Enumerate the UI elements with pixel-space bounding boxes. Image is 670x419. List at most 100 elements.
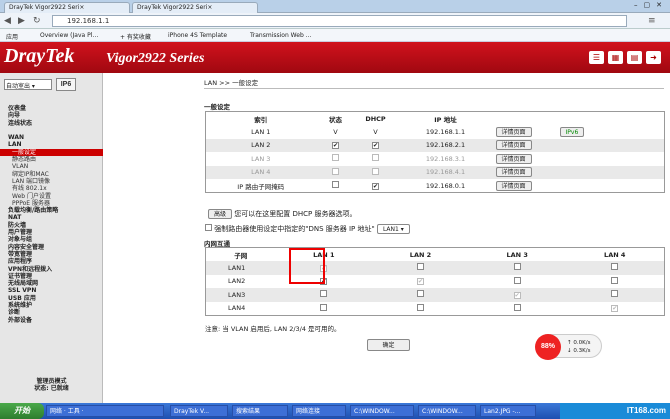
- inter-checkbox[interactable]: ✔: [611, 305, 619, 312]
- bookmark-overview[interactable]: Overview (Java Pl…: [40, 32, 98, 39]
- sidebar-item[interactable]: VPN和远程拨入: [0, 266, 103, 273]
- sidebar-item[interactable]: 内容安全管理: [0, 244, 103, 251]
- sidebar-item[interactable]: 有线 802.1x: [0, 185, 103, 192]
- ipv6-details-button[interactable]: IPv6: [559, 126, 585, 137]
- lan-status-checkbox[interactable]: [332, 154, 339, 162]
- lan-status-checkbox[interactable]: ✔: [332, 142, 339, 150]
- lan-dhcp-checkbox[interactable]: [372, 167, 379, 175]
- draytek-logo: DrayTek: [4, 45, 75, 67]
- inter-checkbox[interactable]: [417, 263, 424, 271]
- forward-icon[interactable]: ▶: [18, 16, 25, 26]
- highlight-box: [289, 248, 325, 284]
- sidebar-item[interactable]: VLAN: [0, 163, 103, 170]
- inter-checkbox[interactable]: [417, 290, 424, 298]
- details-button[interactable]: 详情页面: [495, 140, 532, 151]
- inter-checkbox[interactable]: [513, 276, 521, 284]
- browser-tab-1[interactable]: DrayTek Vigor2922 Seri×: [4, 2, 130, 13]
- start-button[interactable]: 开始: [0, 403, 44, 419]
- sidebar-item[interactable]: 无线局域网: [0, 280, 103, 287]
- taskbar-item[interactable]: C:\WINDOW...: [350, 405, 414, 417]
- lan-dhcp-checkbox[interactable]: [372, 154, 379, 162]
- upload-speed-value: 0.0K/s: [573, 340, 591, 346]
- status-label: 状态: 已就绪: [34, 385, 69, 392]
- inter-checkbox[interactable]: [320, 290, 328, 298]
- details-button[interactable]: 详情页面: [495, 153, 532, 164]
- logout-icon[interactable]: ➜: [646, 51, 661, 64]
- bookmark-apps[interactable]: 应用: [6, 32, 18, 41]
- dns-checkbox[interactable]: [205, 224, 212, 231]
- inter-col-header: LAN 4: [604, 250, 626, 259]
- lan-name: LAN 4: [205, 165, 316, 179]
- taskbar-item[interactable]: C:\WINDOW...: [418, 405, 476, 417]
- sidebar-item[interactable]: 对象与组: [0, 236, 103, 243]
- model-name: Vigor2922 Series: [106, 51, 205, 66]
- download-speed: ↓ 0.3K/s: [567, 348, 591, 354]
- sidebar-item[interactable]: 诊断: [0, 309, 103, 316]
- browser-tab-2[interactable]: DrayTek Vigor2922 Seri×: [132, 2, 258, 13]
- menu-icon[interactable]: ≡: [648, 16, 656, 26]
- sidebar-item[interactable]: 防火墙: [0, 222, 103, 229]
- details-button[interactable]: 详情页面: [495, 180, 532, 191]
- lan-status-checkbox[interactable]: [332, 167, 339, 175]
- lan-status: V: [333, 127, 338, 136]
- save-icon[interactable]: ▤: [627, 51, 642, 64]
- sidebar-item[interactable]: SSL VPN: [0, 287, 103, 294]
- window-controls[interactable]: –▢✕: [634, 1, 668, 9]
- inter-checkbox[interactable]: [611, 263, 619, 271]
- ok-button[interactable]: 确定: [367, 339, 410, 351]
- mode-select[interactable]: 自动室出 ▾: [4, 79, 52, 90]
- sidebar-item[interactable]: LAN: [0, 141, 103, 148]
- inter-cell: [275, 288, 373, 302]
- sidebar-item[interactable]: USB 应用: [0, 295, 103, 302]
- grid-icon[interactable]: ▦: [608, 51, 623, 64]
- sidebar-item[interactable]: 向导: [0, 112, 103, 119]
- sidebar-item[interactable]: [0, 127, 103, 134]
- reload-icon[interactable]: ↻: [33, 16, 41, 26]
- sidebar-item[interactable]: WAN: [0, 134, 103, 141]
- sidebar-item[interactable]: 连线状态: [0, 120, 103, 127]
- inter-checkbox[interactable]: ✔: [417, 278, 424, 286]
- address-input[interactable]: 192.168.1.1: [52, 15, 627, 27]
- sidebar-item[interactable]: 绑定IP和MAC: [0, 171, 103, 178]
- bookmark-iphone[interactable]: iPhone 4S Template: [168, 32, 227, 39]
- inter-checkbox[interactable]: [611, 276, 619, 284]
- bookmark-collect[interactable]: + 有奖收藏: [120, 32, 151, 41]
- sidebar-item[interactable]: Web 门户设置: [0, 193, 103, 200]
- bookmark-transmission[interactable]: Transmission Web …: [250, 32, 312, 39]
- sidebar: 自动室出 ▾ IP6 仪表盘 向导 连线状态 WAN LAN 一般设定 静态路由 VLAN 绑定…: [0, 73, 103, 403]
- table-row: LAN4 ✔: [206, 302, 665, 316]
- speed-widget[interactable]: 88% ↑ 0.0K/s ↓ 0.3K/s: [535, 334, 602, 360]
- sidebar-item[interactable]: 静态路由: [0, 156, 103, 163]
- sidebar-item[interactable]: 一般设定: [0, 148, 103, 157]
- dns-select[interactable]: LAN1 ▾: [376, 224, 410, 234]
- taskbar-item[interactable]: 搜索结果: [232, 405, 288, 417]
- inter-checkbox[interactable]: [320, 303, 328, 311]
- lan-status-checkbox[interactable]: [332, 181, 339, 188]
- cpu-percent: 88%: [535, 334, 561, 360]
- inter-checkbox[interactable]: [513, 303, 521, 311]
- inter-cell: [372, 288, 469, 302]
- divider: [204, 88, 664, 89]
- ipv6-button[interactable]: IP6: [56, 78, 76, 91]
- inter-checkbox[interactable]: [417, 303, 424, 311]
- inter-checkbox[interactable]: [513, 263, 521, 271]
- details-button[interactable]: 详情页面: [495, 126, 532, 137]
- advanced-button[interactable]: 高级: [208, 209, 233, 219]
- lan-dhcp-checkbox[interactable]: ✔: [372, 182, 379, 190]
- inter-checkbox[interactable]: [611, 290, 619, 298]
- sidebar-item[interactable]: 外部设备: [0, 317, 103, 324]
- taskbar-item[interactable]: 网络 · 工具 ·: [46, 405, 164, 417]
- sidebar-item[interactable]: 应用程序: [0, 258, 103, 265]
- lan-dhcp-checkbox[interactable]: ✔: [372, 142, 379, 150]
- taskbar-item[interactable]: Lan2.JPG -...: [480, 405, 536, 417]
- sidebar-item[interactable]: 负载均衡/路由策略: [0, 207, 103, 214]
- taskbar-item[interactable]: 网络连接: [292, 405, 346, 417]
- taskbar-item[interactable]: DrayTek V...: [170, 405, 228, 417]
- sliders-icon[interactable]: ☰: [589, 51, 604, 64]
- lan-action: 详情页面: [495, 138, 665, 152]
- details-button[interactable]: 详情页面: [495, 167, 532, 178]
- inter-checkbox[interactable]: ✔: [513, 291, 521, 299]
- dns-select-value: LAN1: [382, 226, 399, 233]
- back-icon[interactable]: ◀: [4, 16, 11, 26]
- sidebar-item[interactable]: NAT: [0, 214, 103, 221]
